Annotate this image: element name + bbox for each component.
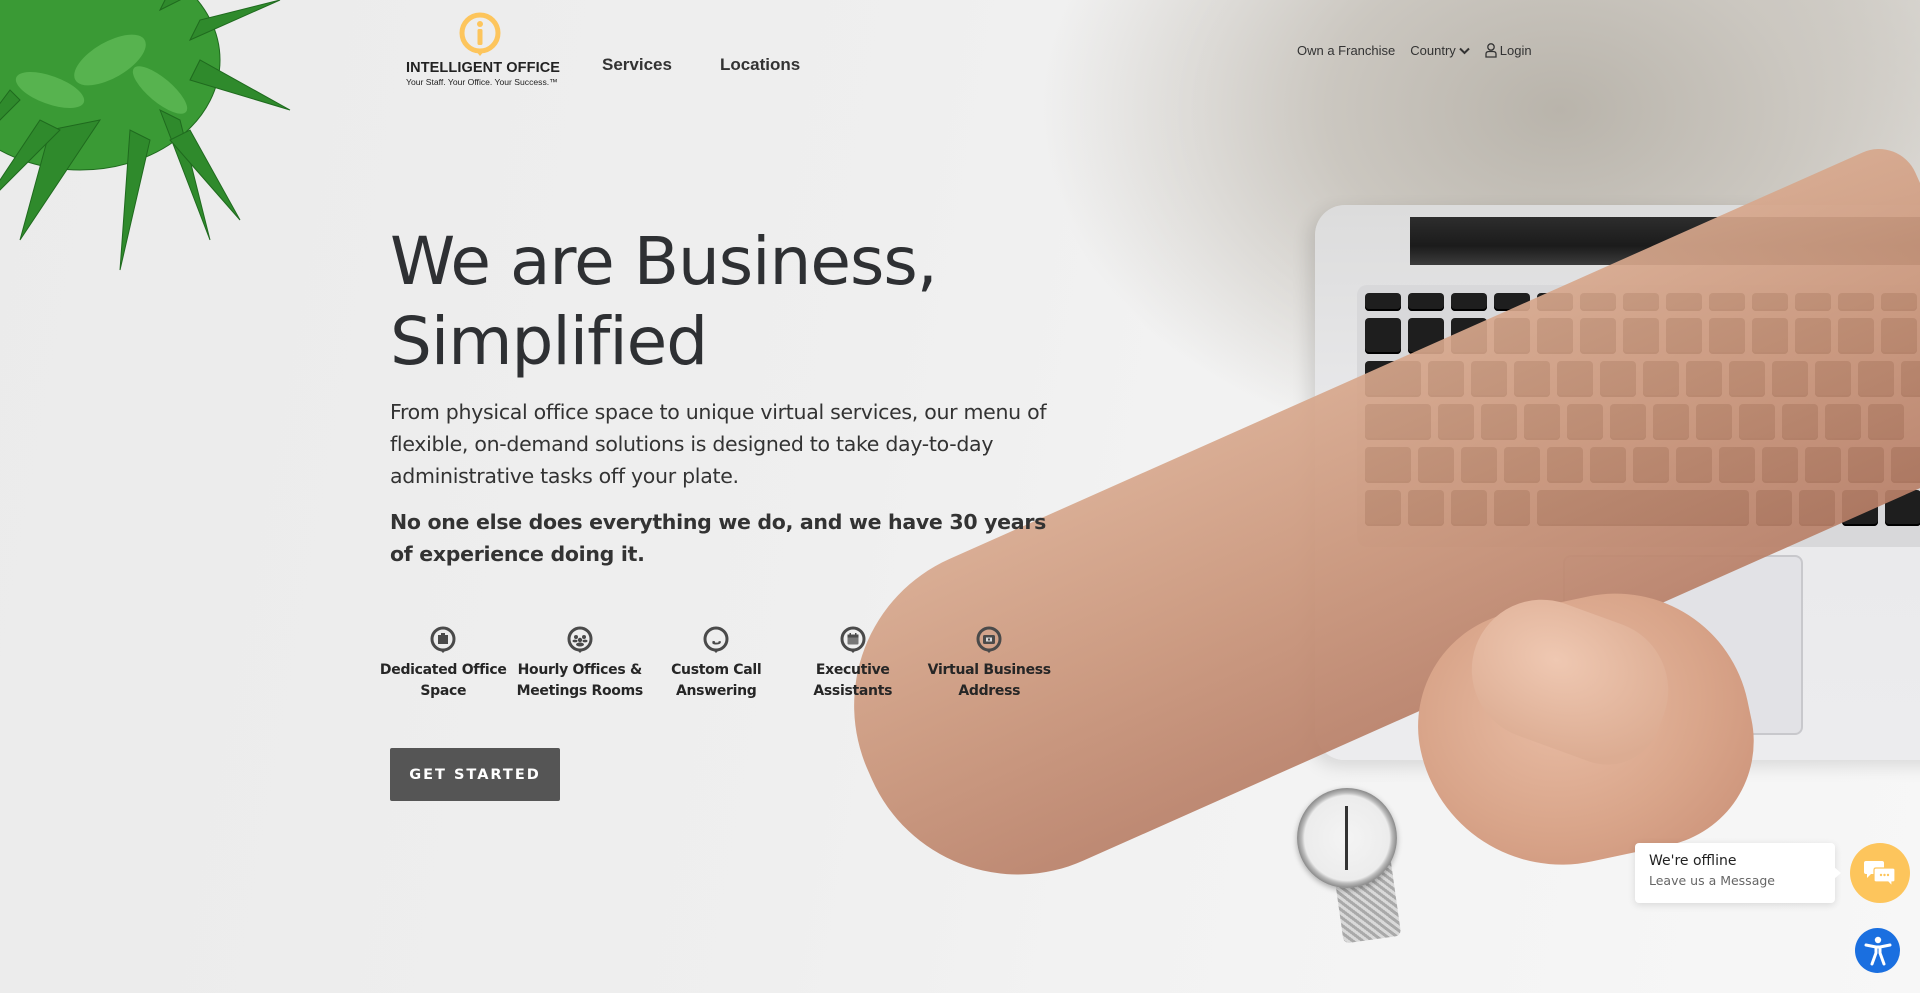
brand-tagline: Your Staff. Your Office. Your Success.™ <box>406 77 558 87</box>
hero-title: We are Business, Simplified <box>390 222 1070 382</box>
service-label-line2: Address <box>958 683 1021 699</box>
nav-services[interactable]: Services <box>602 55 672 75</box>
services-list: Dedicated Office Space Hourly Offices & … <box>375 624 1058 702</box>
nav-locations[interactable]: Locations <box>720 55 800 75</box>
hero-lead: From physical office space to unique vir… <box>390 400 1047 488</box>
country-label: Country <box>1410 43 1456 58</box>
chat-prompt: Leave us a Message <box>1649 873 1775 888</box>
hero-section: We are Business, Simplified From physica… <box>390 222 1070 570</box>
phone-icon <box>703 626 729 653</box>
chevron-down-icon <box>1459 47 1470 54</box>
service-label-line1: Virtual Business <box>927 662 1051 678</box>
logo-info-icon <box>459 12 501 56</box>
service-dedicated-office[interactable]: Dedicated Office Space <box>375 624 512 702</box>
site-header: INTELLIGENT OFFICE Your Staff. Your Offi… <box>0 0 1920 100</box>
chat-icon <box>1864 861 1896 887</box>
country-dropdown[interactable]: Country <box>1410 43 1470 58</box>
calendar-icon <box>840 626 866 653</box>
accessibility-icon <box>1864 936 1891 965</box>
service-label-line2: Answering <box>675 683 757 699</box>
service-virtual-address[interactable]: Virtual Business Address <box>921 624 1058 702</box>
login-label: Login <box>1499 43 1532 58</box>
building-icon <box>430 626 456 653</box>
logo-link[interactable]: INTELLIGENT OFFICE Your Staff. Your Offi… <box>406 12 561 90</box>
main-nav: Services Locations <box>602 55 800 75</box>
people-icon <box>567 626 593 653</box>
service-call-answering[interactable]: Custom Call Answering <box>648 624 785 702</box>
service-label-line2: Space <box>420 683 467 699</box>
chat-offline-bubble[interactable]: We're offline Leave us a Message <box>1635 843 1841 903</box>
accessibility-button[interactable] <box>1855 928 1900 973</box>
chat-launcher-button[interactable] <box>1850 843 1910 903</box>
login-link[interactable]: Login <box>1485 43 1532 58</box>
chat-status: We're offline <box>1649 853 1737 869</box>
get-started-button[interactable]: GET STARTED <box>390 748 560 801</box>
service-label-line2: Assistants <box>813 683 893 699</box>
watch-image <box>1297 788 1397 888</box>
service-label-line1: Hourly Offices & <box>517 662 643 678</box>
service-label-line1: Custom Call <box>671 662 762 678</box>
service-label-line1: Executive <box>815 662 890 678</box>
hero-title-line2: Simplified <box>390 303 708 380</box>
service-label-line2: Meetings Rooms <box>516 683 644 699</box>
user-icon <box>1485 43 1497 58</box>
brand-name: INTELLIGENT OFFICE <box>406 60 561 76</box>
hero-emphasis: No one else does everything we do, and w… <box>390 510 1047 566</box>
hero-title-line1: We are Business, <box>390 223 938 300</box>
service-hourly-offices[interactable]: Hourly Offices & Meetings Rooms <box>512 624 649 702</box>
own-franchise-label: Own a Franchise <box>1297 43 1396 58</box>
utility-nav: Own a Franchise Country Login <box>1297 43 1532 58</box>
own-franchise-link[interactable]: Own a Franchise <box>1297 43 1395 58</box>
service-executive-assistants[interactable]: Executive Assistants <box>785 624 922 702</box>
mail-icon <box>976 626 1002 653</box>
service-label-line1: Dedicated Office <box>379 662 507 678</box>
